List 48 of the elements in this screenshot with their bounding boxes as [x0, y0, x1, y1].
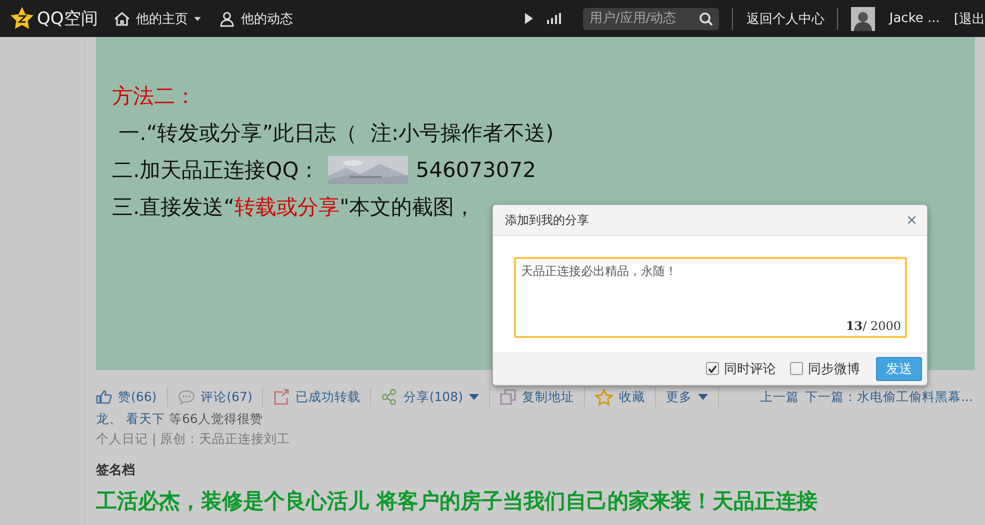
close-button[interactable]: × [906, 211, 917, 229]
share-icon [381, 389, 398, 405]
signature-label: 签名档 [96, 463, 135, 478]
checkbox-label[interactable]: 同步微博 [808, 360, 860, 378]
person-icon [218, 10, 235, 26]
share-text-field[interactable]: 天品正连接必出精品，永随！ 13/ 2000 [514, 257, 907, 338]
dialog-title: 添加到我的分享 [505, 212, 589, 228]
like-count-text: 等66人觉得很赞 [168, 411, 263, 426]
play-icon[interactable] [525, 13, 534, 24]
post-nav-link[interactable]: 下一篇：水电偷工偷料黑幕... [805, 388, 973, 406]
checkbox[interactable] [706, 362, 719, 375]
action-button[interactable]: 分享(108) [371, 387, 490, 407]
post-nav-link[interactable]: 上一篇 [760, 388, 800, 406]
post-meta: 个人日记 | 原创：天品正连接刘工 [96, 431, 290, 446]
action-button[interactable]: 赞(66) [96, 387, 168, 407]
action-button[interactable]: 复制地址 [490, 387, 585, 407]
qq-number: 546073072 [416, 158, 536, 182]
star-logo-icon [10, 7, 34, 30]
nav-link[interactable]: 返回个人中心 [746, 10, 824, 28]
search-field[interactable]: 用户/应用/动态 [583, 8, 720, 30]
copy-icon [500, 389, 516, 405]
logout-link[interactable]: [退出 [954, 10, 985, 28]
post-text: 一.“转发或分享”此日志（ 注:小号操作者不送) [118, 120, 554, 146]
thumbs-up-icon [96, 390, 112, 404]
character-counter: 13/ 2000 [846, 319, 901, 333]
action-button[interactable]: 收藏 [584, 387, 656, 407]
checkbox-label[interactable]: 同时评论 [724, 360, 776, 378]
user-name[interactable]: Jacke ... [889, 11, 940, 26]
action-button[interactable]: 已成功转载 [263, 387, 372, 407]
action-button[interactable]: 更多 [656, 387, 719, 407]
send-button[interactable]: 发送 [876, 356, 922, 380]
nav-link[interactable]: 他的动态 [218, 10, 293, 28]
post-text: 二.加天品正连接QQ： [112, 156, 320, 184]
repost-icon [273, 389, 290, 405]
post-text: 三.直接发送“转载或分享"本文的截图， [112, 194, 476, 220]
avatar-icon[interactable] [851, 6, 876, 30]
liker-names[interactable]: 龙、 看天下 [96, 411, 165, 426]
home-icon [114, 10, 130, 26]
volume-bars-icon[interactable] [547, 13, 562, 24]
signature-text: 工活必杰，装修是个良心活儿 将客户的房子当我们自己的家来装！天品正连接 [96, 488, 818, 515]
speech-bubble-icon [178, 390, 195, 404]
nav-link[interactable]: 他的主页 [114, 10, 201, 28]
app-logo[interactable]: QQ空间 [37, 7, 98, 30]
search-icon [699, 12, 714, 26]
checkbox[interactable] [790, 362, 803, 375]
star-icon [594, 388, 613, 406]
action-button[interactable]: 评论(67) [168, 387, 264, 407]
section-heading: 方法二： [112, 82, 196, 110]
